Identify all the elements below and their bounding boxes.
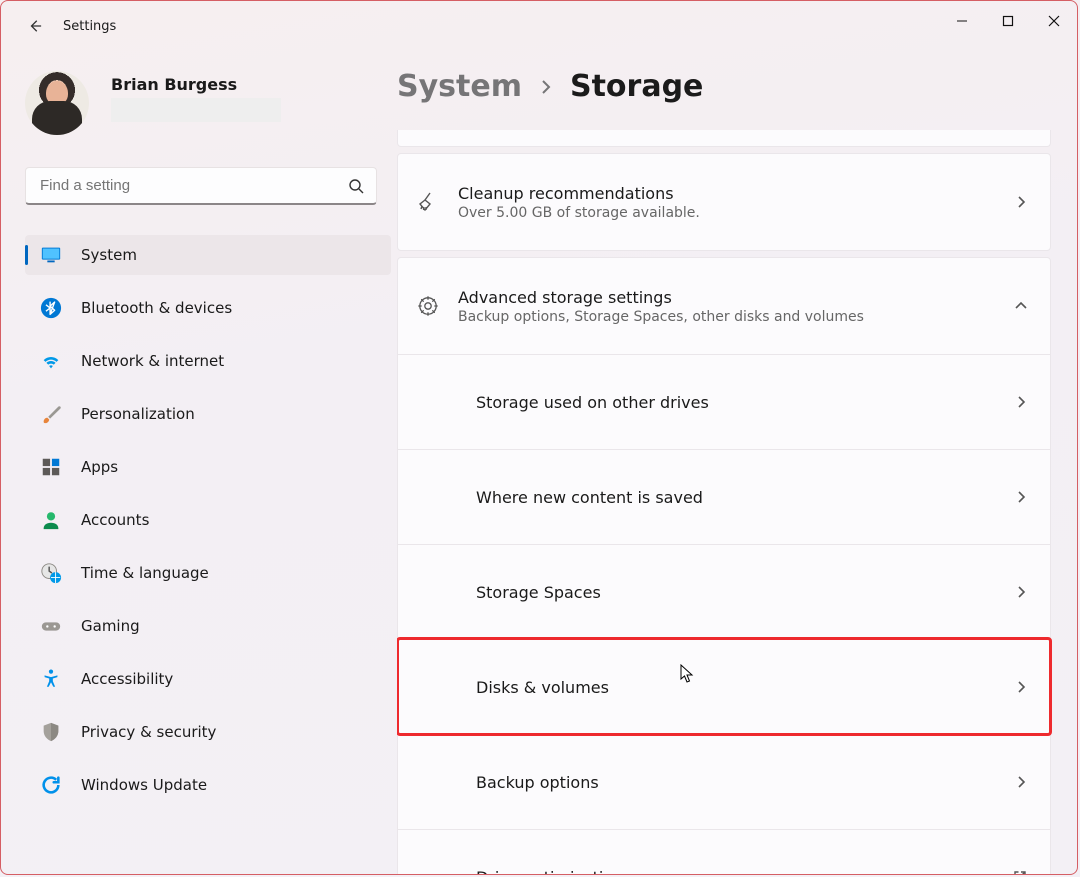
bluetooth-icon: [39, 296, 63, 320]
accessibility-icon: [39, 667, 63, 691]
sidebar-item-bluetooth[interactable]: Bluetooth & devices: [25, 288, 391, 328]
content-area: System Storage Cleanup: [397, 51, 1077, 874]
backup-options-row[interactable]: Backup options: [398, 734, 1050, 829]
chevron-right-icon: [1014, 395, 1028, 409]
external-link-icon: [1012, 869, 1028, 874]
where-new-content-row[interactable]: Where new content is saved: [398, 449, 1050, 544]
title-bar: Settings: [1, 1, 1077, 51]
display-icon: [39, 243, 63, 267]
profile-name: Brian Burgess: [111, 75, 281, 94]
sidebar-item-label: Bluetooth & devices: [81, 299, 232, 317]
settings-window: Settings Brian Burgess: [0, 0, 1078, 875]
sidebar: Brian Burgess System: [1, 51, 397, 874]
apps-icon: [39, 455, 63, 479]
row-label: Drive optimization: [476, 868, 1012, 875]
main-area: Brian Burgess System: [1, 51, 1077, 874]
chevron-right-icon: [1014, 585, 1028, 599]
row-label: Storage used on other drives: [476, 393, 1014, 412]
sidebar-item-label: Network & internet: [81, 352, 224, 370]
sidebar-item-update[interactable]: Windows Update: [25, 765, 391, 805]
app-title: Settings: [63, 19, 116, 34]
sidebar-item-label: Time & language: [81, 564, 209, 582]
sidebar-item-gaming[interactable]: Gaming: [25, 606, 391, 646]
back-button[interactable]: [21, 12, 49, 40]
breadcrumb: System Storage: [397, 69, 1051, 104]
sidebar-item-apps[interactable]: Apps: [25, 447, 391, 487]
sidebar-item-label: Accessibility: [81, 670, 173, 688]
sidebar-item-label: Accounts: [81, 511, 149, 529]
avatar: [25, 71, 89, 135]
sidebar-item-system[interactable]: System: [25, 235, 391, 275]
sidebar-item-label: Windows Update: [81, 776, 207, 794]
cleanup-subtitle: Over 5.00 GB of storage available.: [458, 205, 1014, 221]
advanced-subtitle: Backup options, Storage Spaces, other di…: [458, 309, 1014, 325]
sidebar-item-label: Gaming: [81, 617, 140, 635]
gear-icon: [414, 292, 442, 320]
sidebar-item-accounts[interactable]: Accounts: [25, 500, 391, 540]
storage-other-drives-row[interactable]: Storage used on other drives: [398, 354, 1050, 449]
nav-list: System Bluetooth & devices Network & int…: [25, 235, 391, 805]
advanced-storage-header[interactable]: Advanced storage settings Backup options…: [398, 258, 1050, 354]
row-label: Storage Spaces: [476, 583, 1014, 602]
advanced-storage-card: Advanced storage settings Backup options…: [397, 257, 1051, 874]
wifi-icon: [39, 349, 63, 373]
row-label: Where new content is saved: [476, 488, 1014, 507]
chevron-right-icon: [1014, 775, 1028, 789]
search-input[interactable]: [38, 176, 348, 195]
chevron-up-icon: [1014, 299, 1028, 313]
paintbrush-icon: [39, 402, 63, 426]
breadcrumb-parent[interactable]: System: [397, 69, 522, 104]
search-box[interactable]: [25, 167, 377, 205]
clock-globe-icon: [39, 561, 63, 585]
person-icon: [39, 508, 63, 532]
sidebar-item-personalization[interactable]: Personalization: [25, 394, 391, 434]
sidebar-item-label: System: [81, 246, 137, 264]
profile[interactable]: Brian Burgess: [25, 51, 397, 161]
chevron-right-icon: [1014, 490, 1028, 504]
row-label: Backup options: [476, 773, 1014, 792]
row-label: Disks & volumes: [476, 678, 1014, 697]
gamepad-icon: [39, 614, 63, 638]
shield-icon: [39, 720, 63, 744]
cleanup-title: Cleanup recommendations: [458, 184, 1014, 203]
close-button[interactable]: [1031, 1, 1077, 41]
maximize-button[interactable]: [985, 1, 1031, 41]
cleanup-card: Cleanup recommendations Over 5.00 GB of …: [397, 153, 1051, 251]
drive-optimization-row[interactable]: Drive optimization: [398, 829, 1050, 874]
sidebar-item-label: Personalization: [81, 405, 195, 423]
clipped-card-top: [397, 130, 1051, 147]
search-icon: [348, 178, 364, 194]
cleanup-recommendations-row[interactable]: Cleanup recommendations Over 5.00 GB of …: [398, 154, 1050, 250]
storage-spaces-row[interactable]: Storage Spaces: [398, 544, 1050, 639]
minimize-button[interactable]: [939, 1, 985, 41]
sidebar-item-network[interactable]: Network & internet: [25, 341, 391, 381]
sidebar-item-time[interactable]: Time & language: [25, 553, 391, 593]
window-controls: [939, 1, 1077, 41]
sidebar-item-privacy[interactable]: Privacy & security: [25, 712, 391, 752]
broom-icon: [414, 188, 442, 216]
disks-and-volumes-row[interactable]: Disks & volumes: [398, 639, 1050, 734]
chevron-right-icon: [540, 78, 552, 96]
sidebar-item-label: Privacy & security: [81, 723, 216, 741]
sidebar-item-label: Apps: [81, 458, 118, 476]
chevron-right-icon: [1014, 680, 1028, 694]
profile-secondary: [111, 98, 281, 122]
advanced-title: Advanced storage settings: [458, 288, 1014, 307]
sidebar-item-accessibility[interactable]: Accessibility: [25, 659, 391, 699]
update-icon: [39, 773, 63, 797]
chevron-right-icon: [1014, 195, 1028, 209]
breadcrumb-current: Storage: [570, 69, 703, 104]
